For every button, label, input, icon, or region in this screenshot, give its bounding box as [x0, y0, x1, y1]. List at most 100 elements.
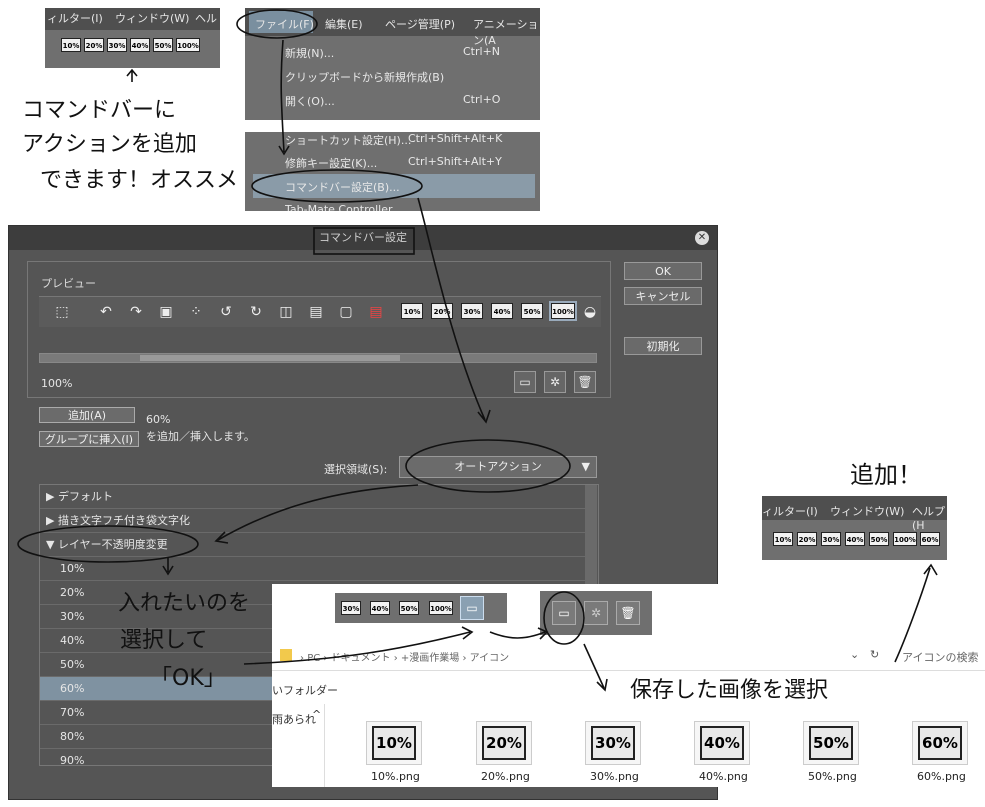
- search-input[interactable]: アイコンの検索: [902, 649, 978, 665]
- file-thumb-30[interactable]: 30%: [585, 721, 641, 765]
- menu-animation[interactable]: アニメーション(A: [473, 16, 540, 48]
- ov-50-button[interactable]: 50%: [399, 601, 419, 615]
- export-icon[interactable]: ▤: [367, 303, 385, 321]
- preview-10-button[interactable]: 10%: [401, 303, 423, 319]
- cmd-30-button[interactable]: 30%: [821, 532, 841, 546]
- note-line: 保存した画像を選択: [630, 678, 829, 703]
- tree-row-10[interactable]: 10%: [40, 557, 585, 581]
- cancel-button[interactable]: キャンセル: [624, 287, 702, 305]
- shortcut-modifier-settings: Ctrl+Shift+Alt+Y: [408, 155, 502, 168]
- ruler-icon[interactable]: ▤: [307, 303, 325, 321]
- close-icon[interactable]: ✕: [695, 231, 709, 245]
- nav-pane-item[interactable]: 雨あられ: [272, 711, 316, 727]
- insert-group-button[interactable]: グループに挿入(I): [39, 431, 139, 447]
- file-thumb-20[interactable]: 20%: [476, 721, 532, 765]
- chevron-down-icon: ▼: [581, 460, 590, 473]
- file-thumb-10[interactable]: 10%: [366, 721, 422, 765]
- menu-help[interactable]: ヘルプ(H: [912, 503, 947, 532]
- tree-row-default[interactable]: ▶ デフォルト: [40, 485, 585, 509]
- scroll-thumb[interactable]: [140, 355, 400, 361]
- note-line: 追加！: [850, 461, 922, 489]
- dots-icon[interactable]: ⁘: [187, 303, 205, 321]
- menu-edit[interactable]: 編集(E): [325, 16, 363, 32]
- cmd-20-button[interactable]: 20%: [84, 38, 104, 52]
- select-area-dropdown[interactable]: オートアクション ▼: [399, 456, 597, 478]
- trash-icon[interactable]: 🗑: [616, 601, 640, 625]
- more-icon[interactable]: ◒: [581, 303, 599, 321]
- menu-item-new-from-clipboard[interactable]: クリップボードから新規作成(B): [285, 69, 444, 85]
- cmd-40-button[interactable]: 40%: [845, 532, 865, 546]
- file-thumb-60[interactable]: 60%: [912, 721, 968, 765]
- dialog-title: コマンドバー設定: [9, 226, 717, 250]
- overlay-icon-buttons: ▭ ✲ 🗑: [540, 591, 652, 635]
- preview-30-button[interactable]: 30%: [461, 303, 483, 319]
- chevron-down-icon[interactable]: ⌄: [850, 648, 859, 661]
- ov-30-button[interactable]: 30%: [341, 601, 361, 615]
- overlay-command-bar: 30% 40% 50% 100% ▭: [335, 593, 507, 623]
- file-thumb-40[interactable]: 40%: [694, 721, 750, 765]
- add-button[interactable]: 追加(A): [39, 407, 135, 423]
- reset-button[interactable]: 初期化: [624, 337, 702, 355]
- menu-help[interactable]: ヘル: [195, 8, 217, 30]
- file-name-60: 60%.png: [917, 770, 966, 783]
- cmd-10-button[interactable]: 10%: [773, 532, 793, 546]
- folder-icon[interactable]: ▭: [460, 596, 484, 620]
- preview-100-button[interactable]: 100%: [549, 301, 577, 321]
- settings-icon[interactable]: ✲: [544, 371, 566, 393]
- file-thumb-50[interactable]: 50%: [803, 721, 859, 765]
- tree-row-opacity-set[interactable]: ▼ レイヤー不透明度変更: [40, 533, 585, 557]
- menu-item-tabmate[interactable]: Tab-Mate Controller: [285, 203, 393, 211]
- preview-scrollbar[interactable]: [39, 353, 597, 363]
- ov-100-button[interactable]: 100%: [429, 601, 453, 615]
- cmd-60-button[interactable]: 60%: [920, 532, 940, 546]
- new-folder-button[interactable]: いフォルダー: [272, 682, 338, 698]
- fit-icon[interactable]: ▣: [157, 303, 175, 321]
- folder-icon[interactable]: ▭: [514, 371, 536, 393]
- undo-icon[interactable]: ↶: [97, 303, 115, 321]
- cmd-50-button[interactable]: 50%: [153, 38, 173, 52]
- select-arrow-icon[interactable]: ⬚: [53, 303, 71, 321]
- book-icon[interactable]: ◫: [277, 303, 295, 321]
- refresh-icon[interactable]: ↻: [870, 648, 879, 661]
- note-line: コマンドバーに: [22, 98, 177, 123]
- ok-button[interactable]: OK: [624, 262, 702, 280]
- tree-row-outline-text[interactable]: ▶ 描き文字フチ付き袋文字化: [40, 509, 585, 533]
- menu-filter[interactable]: ィルター(I): [762, 503, 818, 519]
- file-name-20: 20%.png: [481, 770, 530, 783]
- menu-item-new[interactable]: 新規(N)...: [285, 45, 334, 61]
- cmd-40-button[interactable]: 40%: [130, 38, 150, 52]
- address-bar[interactable]: › PC › ドキュメント › +漫画作業場 › アイコン ⌄ ↻ アイコンの検…: [272, 644, 985, 671]
- menu-filter[interactable]: ィルター(I): [47, 8, 103, 30]
- menu-window[interactable]: ウィンドウ(W): [115, 8, 189, 30]
- menu-file[interactable]: ファイル(F): [255, 16, 314, 32]
- menu-item-open[interactable]: 開く(O)...: [285, 93, 335, 109]
- trash-icon[interactable]: 🗑: [574, 371, 596, 393]
- menu-item-commandbar-settings[interactable]: コマンドバー設定(B)...: [285, 179, 400, 195]
- preview-50-button[interactable]: 50%: [521, 303, 543, 319]
- preview-toolbar: ⬚ ↶ ↷ ▣ ⁘ ↺ ↻ ◫ ▤ ▢ ▤ 10% 20% 30% 40% 50…: [39, 296, 601, 327]
- ov-40-button[interactable]: 40%: [370, 601, 390, 615]
- settings-icon[interactable]: ✲: [584, 601, 608, 625]
- cmd-100-button[interactable]: 100%: [176, 38, 200, 52]
- menu-item-modifier-settings[interactable]: 修飾キー設定(K)...: [285, 155, 377, 171]
- select-area-label: 選択領域(S):: [324, 463, 388, 476]
- cmd-20-button[interactable]: 20%: [797, 532, 817, 546]
- rotate-right-icon[interactable]: ↻: [247, 303, 265, 321]
- cmd-10-button[interactable]: 10%: [61, 38, 81, 52]
- preview-40-button[interactable]: 40%: [491, 303, 513, 319]
- redo-icon[interactable]: ↷: [127, 303, 145, 321]
- cmd-30-button[interactable]: 30%: [107, 38, 127, 52]
- preview-label: プレビュー: [37, 275, 100, 291]
- folder-icon[interactable]: ▭: [552, 601, 576, 625]
- white-icon[interactable]: ▢: [337, 303, 355, 321]
- note-line: 選択して: [120, 628, 208, 653]
- menubar: ィルター(I) ウィンドウ(W) ヘルプ(H: [762, 496, 947, 532]
- menu-window[interactable]: ウィンドウ(W): [830, 503, 904, 519]
- cmd-50-button[interactable]: 50%: [869, 532, 889, 546]
- menu-item-shortcut-settings[interactable]: ショートカット設定(H)...: [285, 132, 411, 148]
- preview-20-button[interactable]: 20%: [431, 303, 453, 319]
- menu-page[interactable]: ページ管理(P): [385, 16, 455, 32]
- rotate-left-icon[interactable]: ↺: [217, 303, 235, 321]
- chevron-up-icon[interactable]: ^: [312, 708, 321, 721]
- cmd-100-button[interactable]: 100%: [893, 532, 917, 546]
